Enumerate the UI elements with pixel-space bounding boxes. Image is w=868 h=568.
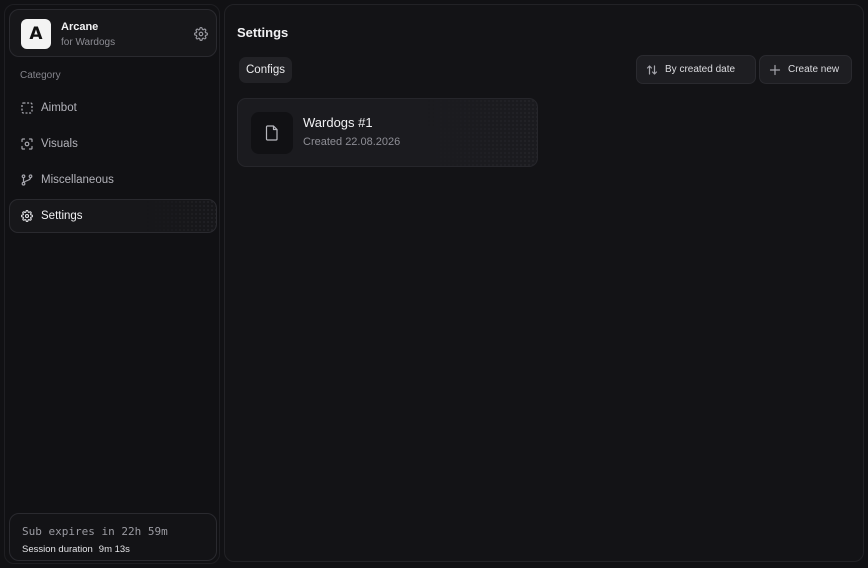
sidebar-item-label: Visuals — [41, 138, 78, 150]
crosshair-square-icon — [21, 102, 33, 114]
gear-icon — [21, 210, 33, 222]
plus-icon — [769, 64, 781, 76]
app-window: A Arcane for Wardogs Category Aimbot Vis… — [0, 0, 868, 568]
subscription-info: Sub expires in 22h 59m Session duration 9… — [9, 513, 217, 561]
sidebar-item-settings[interactable]: Settings — [9, 199, 217, 233]
create-button-label: Create new — [788, 64, 840, 75]
sidebar-item-visuals[interactable]: Visuals — [9, 127, 217, 161]
subscription-expiry: Sub expires in 22h 59m — [22, 525, 168, 538]
sidebar-item-label: Miscellaneous — [41, 174, 114, 186]
brand-subtitle: for Wardogs — [61, 37, 116, 48]
brand-card[interactable]: A Arcane for Wardogs — [9, 9, 217, 57]
file-icon — [265, 125, 279, 141]
sort-button-label: By created date — [665, 64, 736, 75]
category-nav: Aimbot Visuals Miscellaneous Settings — [9, 91, 217, 235]
gear-icon[interactable] — [194, 27, 208, 41]
sidebar: A Arcane for Wardogs Category Aimbot Vis… — [4, 4, 220, 564]
sidebar-item-miscellaneous[interactable]: Miscellaneous — [9, 163, 217, 197]
page-title: Settings — [237, 25, 289, 40]
sort-by-date-button[interactable]: By created date — [636, 55, 756, 84]
sidebar-item-label: Settings — [41, 210, 83, 222]
session-value: 9m 13s — [98, 544, 130, 555]
git-branch-icon — [21, 174, 33, 186]
sidebar-item-label: Aimbot — [41, 102, 77, 114]
brand-name: Arcane — [61, 21, 99, 33]
category-label: Category — [20, 70, 61, 81]
sort-arrows-icon — [646, 64, 658, 76]
eye-scan-icon — [21, 138, 33, 150]
session-duration: Session duration 9m 13s — [22, 544, 130, 555]
config-name: Wardogs #1 — [303, 115, 373, 130]
config-created-date: Created 22.08.2026 — [303, 136, 401, 148]
sidebar-item-aimbot[interactable]: Aimbot — [9, 91, 217, 125]
tab-configs[interactable]: Configs — [239, 57, 292, 83]
create-new-button[interactable]: Create new — [759, 55, 852, 84]
config-card[interactable]: Wardogs #1 Created 22.08.2026 — [237, 98, 538, 167]
main-panel: Settings Configs By created date Create … — [224, 4, 864, 562]
dot-pattern — [427, 99, 537, 166]
dot-pattern — [146, 200, 216, 232]
session-label: Session duration — [22, 544, 93, 555]
config-thumbnail — [251, 112, 293, 154]
app-logo: A — [21, 19, 51, 49]
